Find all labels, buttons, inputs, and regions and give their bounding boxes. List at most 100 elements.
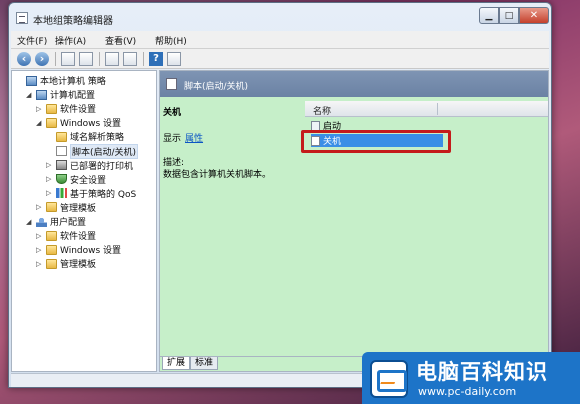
site-watermark: 电脑百科知识 www.pc-daily.com: [362, 352, 580, 404]
description-text: 数据包含计算机关机脚本。: [163, 170, 272, 180]
tree-item-label: 安全设置: [70, 175, 107, 186]
show-label: 显示: [163, 134, 182, 144]
folder-icon: [46, 244, 57, 255]
script-item-icon: [311, 135, 320, 146]
tab-standard[interactable]: 标准: [190, 357, 219, 370]
tree-item-label: 管理模板: [60, 260, 97, 271]
tree-item[interactable]: 脚本(启动/关机): [46, 143, 139, 159]
tree-item[interactable]: ▷ 软件设置: [36, 229, 96, 242]
list-header: 名称: [305, 101, 548, 117]
section-title: 关机: [163, 108, 182, 118]
script-icon: [166, 78, 177, 90]
tree-item[interactable]: ▷ 管理模板: [36, 257, 96, 270]
folder-icon: [46, 117, 57, 128]
computer-policy-icon: [26, 75, 37, 86]
details-header: 脚本(启动/关机): [160, 71, 548, 97]
details-header-title: 脚本(启动/关机): [184, 82, 249, 92]
collapse-arrow-icon[interactable]: ◢: [26, 218, 34, 226]
tab-extended[interactable]: 扩展: [162, 357, 191, 370]
tree-item[interactable]: ▷ 管理模板: [36, 201, 96, 214]
details-pane: 脚本(启动/关机) 关机 显示 属性 描述: 数据包含计算机关机脚本。 名称 启动…: [159, 70, 549, 372]
title-bar[interactable]: 本地组策略编辑器 ▁ □ ✕: [9, 3, 551, 31]
group-policy-window: 本地组策略编辑器 ▁ □ ✕ 文件(F) 操作(A) 查看(V) 帮助(H) ‹…: [8, 2, 552, 388]
script-list: 名称 启动 关机: [305, 97, 548, 357]
watermark-url: www.pc-daily.com: [418, 385, 517, 398]
toolbar-separator: [55, 52, 56, 66]
tree-item-label: 管理模板: [60, 203, 97, 214]
window-title: 本地组策略编辑器: [33, 16, 113, 27]
list-item-startup[interactable]: 启动: [311, 119, 341, 132]
tree-item-label: 软件设置: [60, 105, 97, 116]
expand-arrow-icon[interactable]: ▷: [46, 189, 54, 197]
help-icon[interactable]: ?: [149, 52, 163, 66]
menu-bar: 文件(F) 操作(A) 查看(V) 帮助(H): [11, 31, 549, 49]
back-arrow-icon[interactable]: ‹: [17, 52, 31, 66]
script-icon: [56, 146, 67, 156]
expand-arrow-icon[interactable]: ▷: [46, 175, 54, 183]
tree-item[interactable]: ▷ 软件设置: [36, 102, 96, 115]
tree-item-label: 已部署的打印机: [70, 161, 134, 172]
toolbar-separator: [143, 52, 144, 66]
folder-icon: [56, 131, 67, 142]
folder-icon: [46, 103, 57, 114]
menu-action[interactable]: 操作(A): [55, 34, 86, 47]
tree-item-label: 软件设置: [60, 232, 97, 243]
maximize-button[interactable]: □: [499, 7, 519, 24]
up-folder-icon[interactable]: [61, 52, 75, 66]
tree-item[interactable]: ▷ 基于策略的 QoS: [46, 187, 136, 200]
show-hide-tree-icon[interactable]: [79, 52, 93, 66]
list-item-shutdown[interactable]: 关机: [311, 134, 443, 147]
column-header-name[interactable]: 名称: [313, 104, 331, 117]
export-list-icon[interactable]: [123, 52, 137, 66]
app-icon: [16, 12, 28, 24]
computer-icon: [36, 89, 47, 100]
tree-item[interactable]: ◢ 用户配置: [26, 215, 86, 228]
tree-item-label: 脚本(启动/关机): [70, 143, 139, 159]
policy-tree[interactable]: 本地计算机 策略 ◢ 计算机配置 ▷ 软件设置 ◢ Windows 设置 域名解析策略 脚本(启…: [11, 70, 157, 372]
expand-arrow-icon[interactable]: ▷: [36, 203, 44, 211]
tree-item[interactable]: 域名解析策略: [46, 130, 124, 143]
menu-view[interactable]: 查看(V): [105, 34, 136, 47]
monitor-logo-icon: [370, 360, 408, 398]
expand-arrow-icon[interactable]: ▷: [36, 232, 44, 240]
user-icon: [36, 216, 47, 227]
close-button[interactable]: ✕: [519, 7, 549, 24]
folder-icon: [46, 230, 57, 241]
folder-icon: [46, 202, 57, 213]
folder-icon: [46, 258, 57, 269]
tree-item[interactable]: ▷ Windows 设置: [36, 243, 121, 256]
collapse-arrow-icon[interactable]: ◢: [26, 91, 34, 99]
expand-arrow-icon[interactable]: ▷: [36, 105, 44, 113]
collapse-arrow-icon[interactable]: ◢: [36, 119, 44, 127]
tree-item-label: 基于策略的 QoS: [70, 189, 137, 200]
tree-item[interactable]: ◢ 计算机配置: [26, 88, 95, 101]
tree-item[interactable]: 本地计算机 策略: [16, 74, 106, 87]
script-item-icon: [311, 120, 320, 131]
extended-view-panel: 关机 显示 属性 描述: 数据包含计算机关机脚本。: [160, 97, 306, 357]
show-action-pane-icon[interactable]: [167, 52, 181, 66]
toolbar: ‹ › ?: [11, 49, 549, 69]
expand-arrow-icon[interactable]: ▷: [46, 161, 54, 169]
tree-item-label: 本地计算机 策略: [40, 77, 106, 87]
tree-item[interactable]: ▷ 安全设置: [46, 173, 106, 186]
printer-icon: [56, 160, 67, 171]
list-item-label: 启动: [323, 122, 342, 132]
properties-link[interactable]: 属性: [185, 134, 203, 144]
tree-item[interactable]: ◢ Windows 设置: [36, 116, 121, 129]
expand-arrow-icon[interactable]: ▷: [36, 246, 44, 254]
minimize-button[interactable]: ▁: [479, 7, 499, 24]
menu-file[interactable]: 文件(F): [17, 34, 47, 47]
chart-icon: [56, 188, 67, 199]
expand-arrow-icon[interactable]: ▷: [36, 260, 44, 268]
shield-icon: [56, 174, 67, 185]
watermark-name: 电脑百科知识: [416, 360, 548, 384]
tree-item-label: 域名解析策略: [70, 133, 125, 144]
tree-item[interactable]: ▷ 已部署的打印机: [46, 159, 133, 172]
menu-help[interactable]: 帮助(H): [155, 34, 187, 47]
column-divider[interactable]: [437, 103, 438, 115]
tree-item-label: Windows 设置: [60, 246, 122, 257]
list-item-label: 关机: [323, 137, 342, 147]
toolbar-separator: [99, 52, 100, 66]
properties-icon[interactable]: [105, 52, 119, 66]
forward-arrow-icon[interactable]: ›: [35, 52, 49, 66]
